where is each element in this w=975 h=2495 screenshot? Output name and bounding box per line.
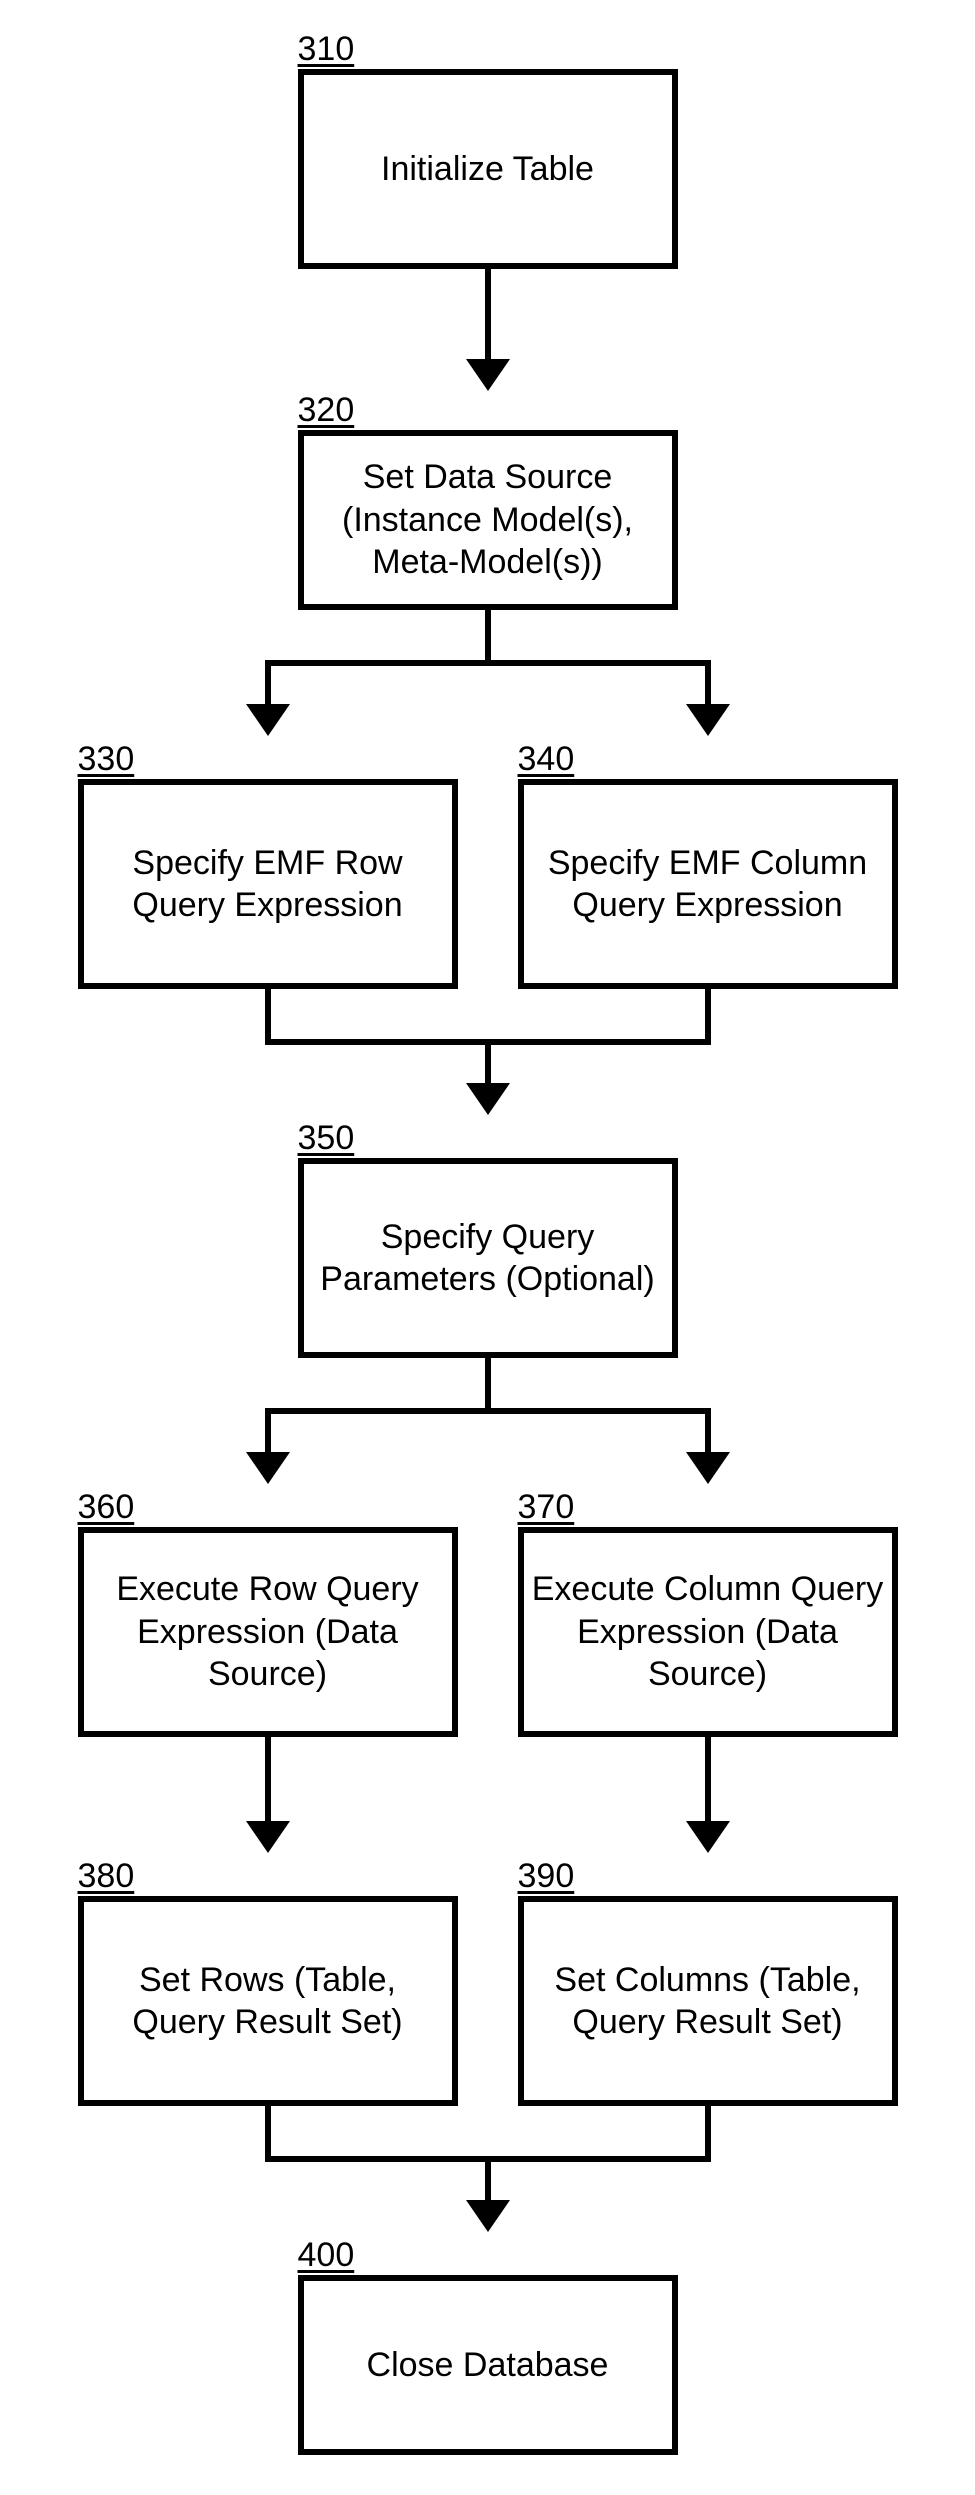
arrowhead-down-icon bbox=[686, 1452, 730, 1484]
node-text: Initialize Table bbox=[381, 148, 594, 191]
node-label: 330 bbox=[78, 740, 458, 779]
node-350: 350 Specify Query Parameters (Optional) bbox=[298, 1119, 678, 1358]
node-label: 380 bbox=[78, 1857, 458, 1896]
node-370: 370 Execute Column Query Expression (Dat… bbox=[518, 1488, 898, 1737]
node-text: Set Data Source (Instance Model(s), Meta… bbox=[312, 456, 664, 584]
node-box: Specify EMF Row Query Expression bbox=[78, 779, 458, 989]
node-box: Set Data Source (Instance Model(s), Meta… bbox=[298, 430, 678, 610]
arrowhead-down-icon bbox=[466, 2200, 510, 2232]
node-320: 320 Set Data Source (Instance Model(s), … bbox=[298, 391, 678, 610]
node-box: Execute Row Query Expression (Data Sourc… bbox=[78, 1527, 458, 1737]
node-label: 350 bbox=[298, 1119, 678, 1158]
node-box: Specify Query Parameters (Optional) bbox=[298, 1158, 678, 1358]
node-390: 390 Set Columns (Table, Query Result Set… bbox=[518, 1857, 898, 2106]
arrowhead-down-icon bbox=[466, 359, 510, 391]
node-label: 310 bbox=[298, 30, 678, 69]
flowchart: 310 Initialize Table 320 Set Data Source… bbox=[78, 30, 898, 2455]
merge-400 bbox=[78, 2106, 898, 2236]
node-text: Close Database bbox=[367, 2344, 609, 2387]
node-380: 380 Set Rows (Table, Query Result Set) bbox=[78, 1857, 458, 2106]
arrowhead-down-icon bbox=[686, 704, 730, 736]
node-360: 360 Execute Row Query Expression (Data S… bbox=[78, 1488, 458, 1737]
arrows-360-380-370-390 bbox=[78, 1737, 898, 1857]
node-box: Set Rows (Table, Query Result Set) bbox=[78, 1896, 458, 2106]
node-310: 310 Initialize Table bbox=[298, 30, 678, 269]
node-text: Specify Query Parameters (Optional) bbox=[312, 1216, 664, 1301]
node-label: 320 bbox=[298, 391, 678, 430]
node-text: Specify EMF Row Query Expression bbox=[92, 842, 444, 927]
node-label: 400 bbox=[298, 2236, 678, 2275]
merge-350 bbox=[78, 989, 898, 1119]
node-box: Close Database bbox=[298, 2275, 678, 2455]
arrowhead-down-icon bbox=[466, 1083, 510, 1115]
arrowhead-down-icon bbox=[246, 1821, 290, 1853]
arrowhead-down-icon bbox=[686, 1821, 730, 1853]
node-label: 370 bbox=[518, 1488, 898, 1527]
node-box: Set Columns (Table, Query Result Set) bbox=[518, 1896, 898, 2106]
arrowhead-down-icon bbox=[246, 1452, 290, 1484]
node-330: 330 Specify EMF Row Query Expression bbox=[78, 740, 458, 989]
node-340: 340 Specify EMF Column Query Expression bbox=[518, 740, 898, 989]
split-350 bbox=[78, 1358, 898, 1488]
node-text: Execute Row Query Expression (Data Sourc… bbox=[92, 1568, 444, 1696]
node-text: Execute Column Query Expression (Data So… bbox=[532, 1568, 884, 1696]
node-box: Execute Column Query Expression (Data So… bbox=[518, 1527, 898, 1737]
arrowhead-down-icon bbox=[246, 704, 290, 736]
node-label: 390 bbox=[518, 1857, 898, 1896]
node-400: 400 Close Database bbox=[298, 2236, 678, 2455]
node-text: Specify EMF Column Query Expression bbox=[532, 842, 884, 927]
node-text: Set Rows (Table, Query Result Set) bbox=[92, 1959, 444, 2044]
node-box: Specify EMF Column Query Expression bbox=[518, 779, 898, 989]
arrow-310-320 bbox=[78, 269, 898, 391]
split-320 bbox=[78, 610, 898, 740]
node-text: Set Columns (Table, Query Result Set) bbox=[532, 1959, 884, 2044]
node-box: Initialize Table bbox=[298, 69, 678, 269]
node-label: 340 bbox=[518, 740, 898, 779]
node-label: 360 bbox=[78, 1488, 458, 1527]
